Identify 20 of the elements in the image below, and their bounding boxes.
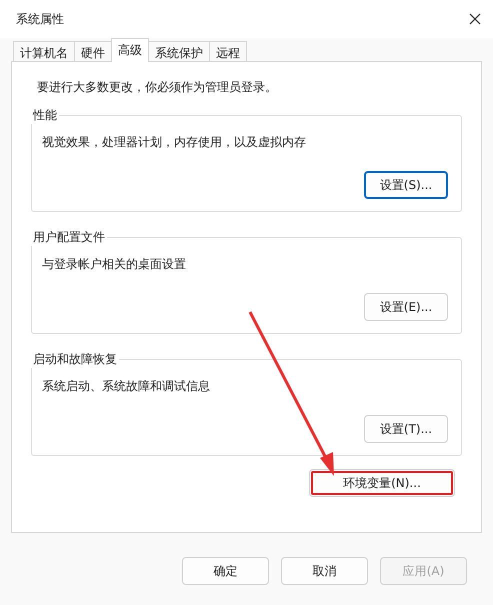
dialog-button[interactable]: 取消 — [281, 557, 368, 585]
notice-text: 要进行大多数更改，你必须作为管理员登录。 — [37, 79, 278, 96]
group-description: 视觉效果，处理器计划，内存使用，以及虚拟内存 — [42, 134, 307, 151]
group-description: 与登录帐户相关的桌面设置 — [42, 256, 187, 273]
group-description: 系统启动、系统故障和调试信息 — [42, 378, 211, 395]
settings-button[interactable]: 设置(T)... — [364, 415, 448, 443]
tab[interactable]: 计算机名 — [13, 41, 75, 62]
settings-button[interactable]: 设置(S)... — [364, 171, 448, 199]
tab[interactable]: 系统保护 — [148, 41, 210, 62]
window-title: 系统属性 — [16, 10, 64, 28]
close-icon[interactable] — [469, 13, 481, 25]
tab[interactable]: 远程 — [209, 41, 247, 62]
dialog-button[interactable]: 确定 — [182, 557, 269, 585]
tab[interactable]: 硬件 — [74, 41, 112, 62]
environment-variables-button[interactable]: 环境变量(N)... — [309, 469, 455, 497]
group-title: 性能 — [31, 107, 59, 124]
tab[interactable]: 高级 — [111, 38, 149, 62]
settings-button[interactable]: 设置(E)... — [364, 293, 448, 321]
group-title: 用户配置文件 — [31, 229, 107, 246]
group-title: 启动和故障恢复 — [31, 351, 119, 368]
